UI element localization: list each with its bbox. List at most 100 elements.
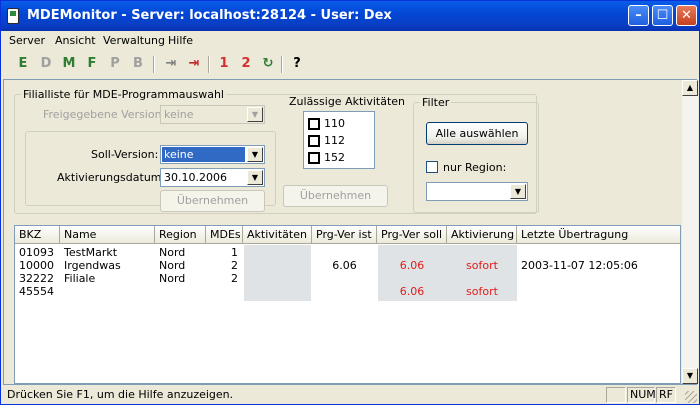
cell-mdes: 2 [231,272,238,285]
status-panel-empty [606,387,626,403]
soll-version-label: Soll-Version: [91,148,159,161]
column-header-name[interactable]: Name [60,226,155,244]
B-icon: B [133,56,143,71]
status-rf: RF [656,387,676,403]
menu-bar: Server Ansicht Verwaltung Hilfe [1,31,699,51]
toolbar-export-button[interactable]: ⇥ [184,54,204,74]
aktivitaet-checkbox[interactable] [308,135,320,147]
column-header-region[interactable]: Region [155,226,206,244]
column-header-prg-ver-ist[interactable]: Prg-Ver ist [312,226,377,244]
toolbar-refresh-button[interactable]: ↻ [258,54,278,74]
vertical-scrollbar[interactable]: ▲ ▼ [682,80,698,384]
nur-region-label: nur Region: [443,161,507,174]
toolbar-B-button[interactable]: B [128,54,148,74]
aktivitaet-checkbox[interactable] [308,152,320,164]
cell-mdes: 2 [231,259,238,272]
status-bar: Drücken Sie F1, um die Hilfe anzuzeigen.… [1,385,699,405]
filial-table[interactable]: BKZ Name Region MDEs Aktivitäten Prg-Ver… [14,225,681,384]
E-icon: E [18,56,28,71]
cell-aktivierung: sofort [466,259,498,272]
aktivitaeten-uebernehmen-button[interactable]: Übernehmen [283,185,388,207]
cell-name: TestMarkt [64,246,118,259]
filter-group: Filter Alle auswählen nur Region: ▼ [413,96,539,213]
aktivitaet-label: 152 [324,151,345,164]
freigegeben-select: keine ▼ [160,105,265,124]
menu-server[interactable]: Server [9,34,45,47]
toolbar-D-button[interactable]: D [36,54,56,74]
F-icon: F [87,56,97,71]
two-icon: 2 [241,56,251,71]
scroll-down-button[interactable]: ▼ [682,368,698,384]
aktivierungsdatum-label: Aktivierungsdatum: [57,171,166,184]
cell-region: Nord [159,272,186,285]
menu-verwaltung[interactable]: Verwaltung [103,34,165,47]
export-icon: ⇥ [188,56,200,71]
aktivierungsdatum-value: 30.10.2006 [164,171,227,184]
column-header-mdes[interactable]: MDEs [206,226,243,244]
filialliste-title: Filialliste für MDE-Programmauswahl [21,88,226,101]
cell-name: Irgendwas [64,259,121,272]
filialliste-uebernehmen-button[interactable]: Übernehmen [160,190,265,212]
chevron-down-icon: ▼ [247,107,263,122]
D-icon: D [40,56,52,71]
soll-version-select[interactable]: keine ▼ [160,145,265,164]
cell-prg-ver-soll: 6.06 [399,259,425,272]
app-icon [7,8,19,24]
soll-version-value: keine [162,147,245,162]
toolbar-import-button[interactable]: ⇥ [161,54,181,74]
nur-region-checkbox[interactable] [426,161,438,173]
aktivitaeten-group: Zulässige Aktivitäten 110 112 152 Überne… [283,95,408,215]
freigegeben-value: keine [164,108,194,121]
P-icon: P [110,56,120,71]
window-title: MDEMonitor - Server: localhost:28124 - U… [27,8,392,23]
column-header-aktivitaeten[interactable]: Aktivitäten [243,226,312,244]
aktivitaet-checkbox[interactable] [308,118,320,130]
aktivierungsdatum-picker[interactable]: 30.10.2006 ▼ [160,168,265,187]
aktivitaet-label: 110 [324,117,345,130]
title-bar[interactable]: MDEMonitor - Server: localhost:28124 - U… [1,1,699,31]
cell-prg-ver-ist: 6.06 [332,259,357,272]
menu-ansicht[interactable]: Ansicht [55,34,96,47]
resize-grip[interactable] [685,391,697,403]
client-area: Filialliste für MDE-Programmauswahl Frei… [3,79,698,385]
cell-aktivierung: sofort [466,285,498,298]
cell-prg-ver-soll: 6.06 [399,285,425,298]
toolbar-E-button[interactable]: E [13,54,33,74]
main-window: MDEMonitor - Server: localhost:28124 - U… [0,0,700,405]
column-header-aktivierung[interactable]: Aktivierung [447,226,517,244]
chevron-up-icon: ▲ [686,83,694,92]
toolbar-F-button[interactable]: F [82,54,102,74]
menu-hilfe[interactable]: Hilfe [168,34,193,47]
toolbar-P-button[interactable]: P [105,54,125,74]
column-header-letzte-uebertragung[interactable]: Letzte Übertragung [517,226,680,244]
minimize-button[interactable]: – [628,5,649,26]
scroll-up-button[interactable]: ▲ [682,80,698,96]
region-select[interactable]: ▼ [426,182,528,201]
cell-bkz: 10000 [19,259,54,272]
toolbar-M-button[interactable]: M [59,54,79,74]
freigegeben-label: Freigegebene Version: [43,108,166,121]
chevron-down-icon[interactable]: ▼ [510,184,526,199]
aktivitaeten-shaded-cells [244,245,311,301]
column-header-bkz[interactable]: BKZ [15,226,60,244]
maximize-icon: ☐ [656,8,669,23]
toolbar-two-button[interactable]: 2 [236,54,256,74]
cell-bkz: 45554 [19,285,54,298]
import-icon: ⇥ [165,56,177,71]
chevron-down-icon[interactable]: ▼ [247,170,263,185]
filialliste-group: Filialliste für MDE-Programmauswahl Frei… [14,88,539,215]
toolbar-help-button[interactable]: ? [287,54,307,74]
cell-region: Nord [159,246,186,259]
maximize-button[interactable]: ☐ [652,5,673,26]
cell-mdes: 1 [231,246,238,259]
toolbar-one-button[interactable]: 1 [214,54,234,74]
column-header-prg-ver-soll[interactable]: Prg-Ver soll [377,226,447,244]
cell-letzte-uebertragung: 2003-11-07 12:05:06 [521,259,638,272]
cell-name: Filiale [64,272,96,285]
cell-bkz: 01093 [19,246,54,259]
close-button[interactable]: ✕ [676,5,697,26]
chevron-down-icon[interactable]: ▼ [247,147,263,162]
aktivitaeten-list[interactable]: 110 112 152 [303,111,375,169]
alle-auswaehlen-button[interactable]: Alle auswählen [426,122,528,145]
one-icon: 1 [219,56,229,71]
